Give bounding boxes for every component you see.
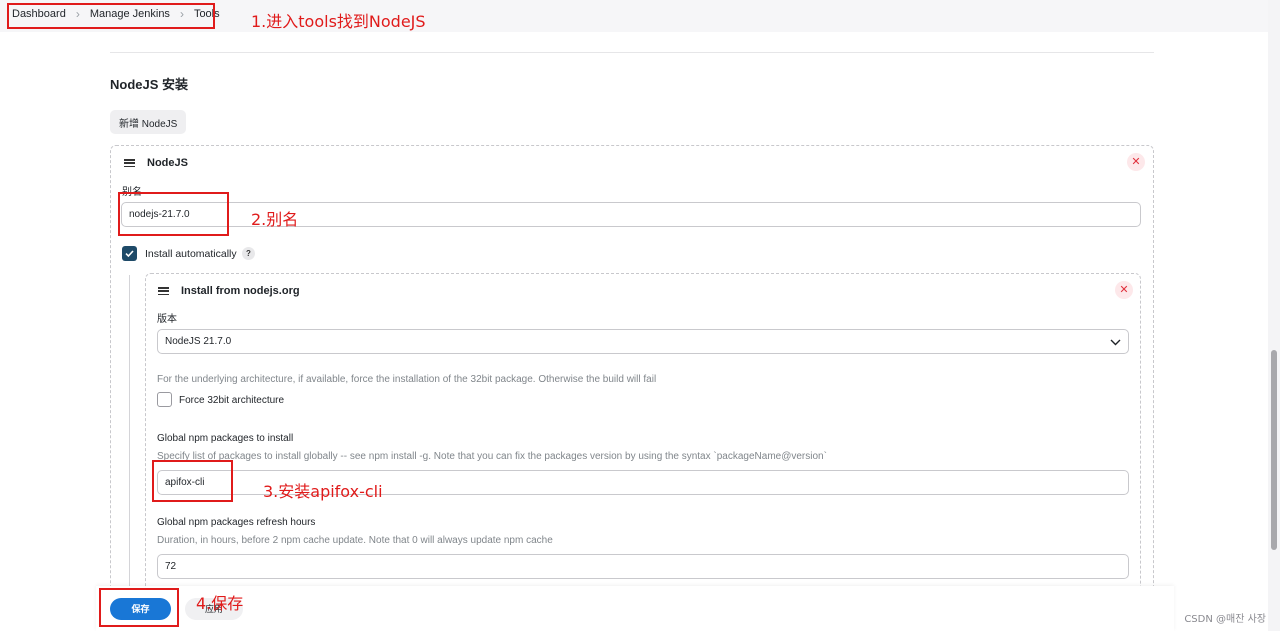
- force-32bit-label: Force 32bit architecture: [179, 395, 285, 406]
- help-icon[interactable]: ?: [242, 247, 255, 260]
- npm-packages-help-text: Specify list of packages to install glob…: [157, 451, 827, 462]
- annotation-step1: 1.进入tools找到NodeJS: [251, 12, 426, 31]
- watermark: CSDN @매잔 사장: [1184, 614, 1266, 625]
- installer-card-title: Install from nodejs.org: [181, 285, 300, 297]
- bottom-action-bar: [96, 586, 1174, 631]
- close-icon[interactable]: ✕: [1115, 281, 1133, 299]
- refresh-hours-help-text: Duration, in hours, before 2 npm cache u…: [157, 535, 553, 546]
- arch-help-text: For the underlying architecture, if avai…: [157, 374, 657, 385]
- drag-handle-icon[interactable]: [124, 159, 135, 168]
- highlight-box-npm-packages: [152, 460, 233, 502]
- version-select[interactable]: NodeJS 21.7.0: [157, 329, 1129, 354]
- page: Dashboard › Manage Jenkins › Tools 1.进入t…: [0, 0, 1280, 631]
- section-title: NodeJS 安装: [110, 77, 189, 92]
- highlight-box-alias: [118, 192, 229, 236]
- annotation-step4: 4.保存: [196, 594, 244, 613]
- npm-packages-label: Global npm packages to install: [157, 433, 294, 444]
- close-icon[interactable]: ✕: [1127, 153, 1145, 171]
- check-icon: [125, 250, 134, 258]
- install-automatically-checkbox[interactable]: [122, 246, 137, 261]
- force-32bit-checkbox[interactable]: [157, 392, 172, 407]
- refresh-hours-label: Global npm packages refresh hours: [157, 517, 316, 528]
- install-automatically-label: Install automatically: [145, 248, 237, 260]
- refresh-hours-input[interactable]: 72: [157, 554, 1129, 579]
- highlight-box-save: [99, 588, 179, 627]
- nesting-line: [129, 275, 130, 605]
- highlight-box-breadcrumb: [7, 3, 215, 29]
- annotation-step3: 3.安装apifox-cli: [263, 482, 383, 501]
- nodejs-card-title: NodeJS: [147, 157, 188, 169]
- version-select-value: NodeJS 21.7.0: [165, 336, 232, 347]
- scrollbar-thumb[interactable]: [1271, 350, 1277, 550]
- add-nodejs-button[interactable]: 新增 NodeJS: [110, 110, 187, 134]
- drag-handle-icon[interactable]: [158, 287, 169, 296]
- version-label: 版本: [157, 314, 177, 325]
- annotation-step2: 2.别名: [251, 210, 299, 229]
- refresh-hours-input-value: 72: [165, 561, 177, 572]
- chevron-down-icon: [1110, 339, 1121, 346]
- divider: [110, 52, 1154, 53]
